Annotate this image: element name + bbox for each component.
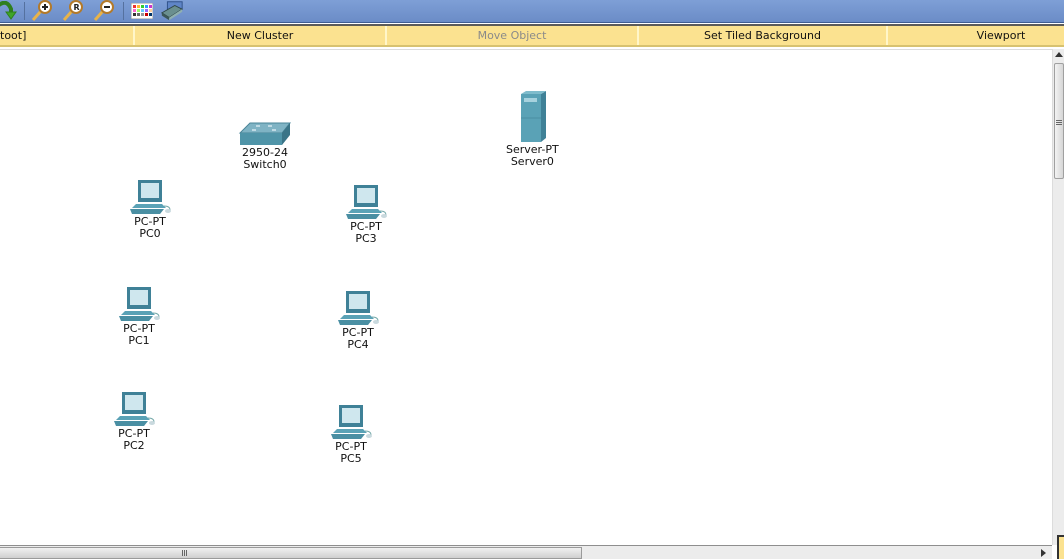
device-pc1[interactable]: PC-PT PC1 bbox=[117, 285, 161, 347]
main-toolbar: R bbox=[0, 0, 1064, 23]
device-pc0[interactable]: PC-PT PC0 bbox=[128, 178, 172, 240]
toolbar-separator bbox=[24, 2, 25, 20]
toolbar-separator bbox=[123, 2, 124, 20]
device-name-label: Server0 bbox=[510, 155, 554, 168]
color-palette-icon bbox=[131, 3, 153, 19]
vertical-scrollbar[interactable] bbox=[1052, 49, 1064, 545]
zoom-reset-button[interactable]: R bbox=[61, 0, 85, 22]
palette-button[interactable] bbox=[130, 0, 154, 22]
device-switch0[interactable]: 2950-24 Switch0 bbox=[238, 121, 292, 171]
new-cluster-label: New Cluster bbox=[226, 29, 294, 42]
custom-device-button[interactable] bbox=[160, 0, 184, 22]
workspace-canvas[interactable]: 2950-24 Switch0 Server-PT Server0 PC-PT … bbox=[0, 49, 1052, 545]
zoom-in-button[interactable] bbox=[30, 0, 54, 22]
grip-icon bbox=[182, 550, 187, 556]
viewport-button[interactable]: Viewport bbox=[888, 26, 1064, 45]
device-name-label: Switch0 bbox=[243, 158, 287, 171]
horizontal-scroll-thumb[interactable] bbox=[0, 547, 582, 559]
pc-icon bbox=[114, 392, 155, 426]
pc-icon bbox=[346, 185, 387, 219]
root-label: toot] bbox=[0, 29, 27, 42]
vertical-scroll-thumb[interactable] bbox=[1054, 63, 1064, 179]
pc-icon bbox=[338, 291, 379, 325]
device-pc3[interactable]: PC-PT PC3 bbox=[344, 183, 388, 245]
scroll-right-arrow-icon[interactable] bbox=[1041, 549, 1046, 557]
pc-icon bbox=[130, 180, 171, 214]
new-cluster-button[interactable]: New Cluster bbox=[135, 26, 387, 45]
viewport-label: Viewport bbox=[976, 29, 1026, 42]
device-pc5[interactable]: PC-PT PC5 bbox=[329, 403, 373, 465]
device-name-label: PC3 bbox=[355, 232, 377, 245]
zoom-out-button[interactable] bbox=[92, 0, 116, 22]
device-name-label: PC4 bbox=[347, 338, 369, 351]
zoom-in-icon bbox=[31, 0, 52, 21]
move-object-button[interactable]: Move Object bbox=[387, 26, 639, 45]
grip-icon bbox=[1056, 120, 1062, 125]
device-server0[interactable]: Server-PT Server0 bbox=[506, 90, 559, 168]
device-dialog-icon bbox=[160, 1, 184, 21]
move-object-label: Move Object bbox=[477, 29, 547, 42]
device-name-label: PC1 bbox=[128, 334, 150, 347]
zoom-reset-icon: R bbox=[62, 0, 83, 21]
root-button[interactable]: toot] bbox=[0, 26, 135, 45]
resize-handle[interactable] bbox=[1057, 535, 1064, 559]
set-tiled-background-label: Set Tiled Background bbox=[704, 29, 821, 42]
pc-icon bbox=[331, 405, 372, 439]
switch-icon bbox=[238, 122, 292, 145]
device-pc4[interactable]: PC-PT PC4 bbox=[336, 289, 380, 351]
device-name-label: PC2 bbox=[123, 439, 145, 452]
svg-text:R: R bbox=[74, 3, 80, 12]
back-button[interactable] bbox=[0, 0, 18, 22]
device-name-label: PC0 bbox=[139, 227, 161, 240]
zoom-out-icon bbox=[93, 0, 114, 21]
logical-workspace-bar: toot] New Cluster Move Object Set Tiled … bbox=[0, 24, 1064, 47]
pc-icon bbox=[119, 287, 160, 321]
set-tiled-background-button[interactable]: Set Tiled Background bbox=[639, 26, 888, 45]
scroll-up-arrow-icon[interactable] bbox=[1055, 52, 1063, 57]
horizontal-scrollbar[interactable] bbox=[0, 545, 1052, 559]
green-curved-arrow-icon bbox=[0, 1, 17, 20]
device-pc2[interactable]: PC-PT PC2 bbox=[112, 390, 156, 452]
device-name-label: PC5 bbox=[340, 452, 362, 465]
server-icon bbox=[521, 91, 547, 142]
